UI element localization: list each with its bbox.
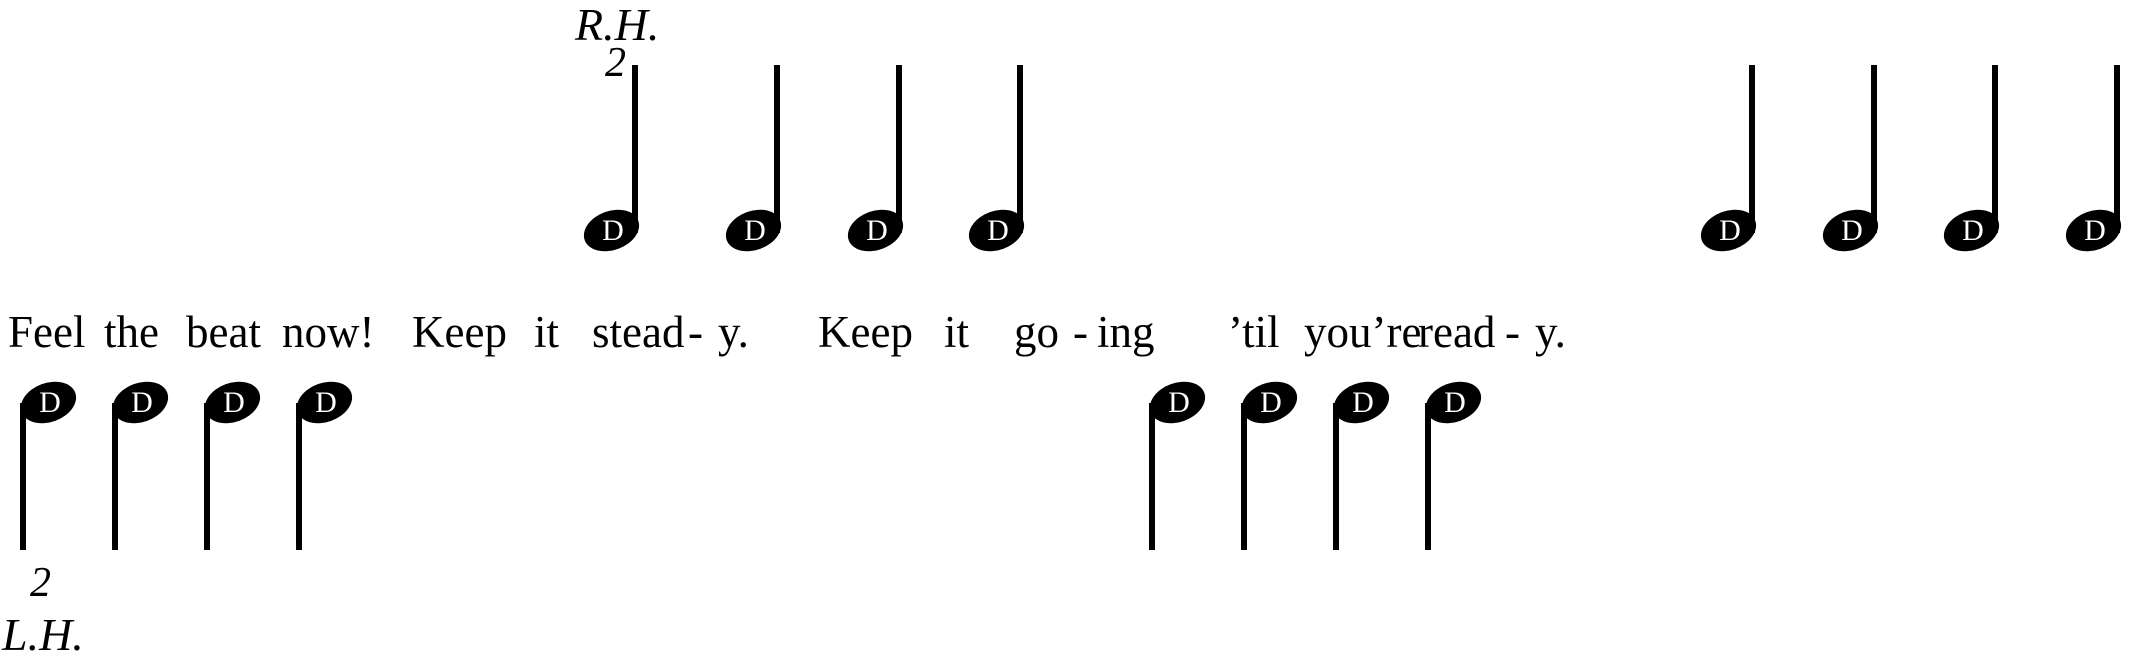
quarter-note: D [578,65,653,259]
notehead-letter: D [1352,385,1374,419]
notehead-letter: D [1444,385,1466,419]
quarter-note: D [2060,65,2135,259]
lyric-syllable: read [1418,307,1496,357]
note-stem [1425,403,1431,550]
lyric-syllable: the [104,307,159,357]
quarter-note: D [1327,374,1397,550]
quarter-note: D [290,374,360,550]
quarter-note: D [1143,374,1213,550]
notehead-letter: D [39,385,61,419]
quarter-note: D [1419,374,1489,550]
note-stem [774,65,780,233]
lyric-syllable: it [534,307,560,357]
lyric-syllable: beat [186,307,261,357]
notehead-letter: D [1260,385,1282,419]
note-stem [1749,65,1755,233]
quarter-note: D [720,65,795,259]
quarter-note: D [963,65,1038,259]
lyric-syllable: Keep [818,307,913,357]
quarter-note: D [1938,65,2013,259]
notehead-letter: D [131,385,153,419]
lyric-syllable: you’re [1304,307,1422,357]
note-stem [112,403,118,550]
quarter-note: D [1235,374,1305,550]
lyric-syllable: ing [1097,307,1155,357]
lyric-syllable: stead [592,307,685,357]
lyric-hyphen: - [1073,307,1088,357]
left-hand-label: L.H. [2,609,84,656]
note-stem [296,403,302,550]
left-hand-finger-number: 2 [30,560,51,606]
notehead-letter: D [1168,385,1190,419]
note-stem [204,403,210,550]
lyric-hyphen: - [1505,307,1520,357]
notehead-letter: D [315,385,337,419]
note-stem [1241,403,1247,550]
lyric-syllable: ’til [1228,307,1280,357]
note-stem [1871,65,1877,233]
quarter-note: D [842,65,917,259]
note-stem [1333,403,1339,550]
lyric-syllable: now! [282,307,375,357]
music-notation-sheet: R.H. 2 DDDDDDDD Feel the beat now! Keep it ste… [0,0,2142,656]
quarter-note: D [14,374,84,550]
lyric-syllable: it [944,307,970,357]
note-stem [20,403,26,550]
lyric-line: Feel the beat now! Keep it stead - y. Keep it go - in… [0,304,2142,360]
lyric-syllable: y. [718,307,749,357]
note-stem [1149,403,1155,550]
lyric-hyphen: - [688,307,703,357]
note-stem [1992,65,1998,233]
lyric-syllable: go [1014,307,1059,357]
note-stem [896,65,902,233]
note-stem [632,65,638,233]
lyric-syllable: Feel [8,307,86,357]
note-stem [1017,65,1023,233]
quarter-note: D [198,374,268,550]
quarter-note: D [106,374,176,550]
quarter-note: D [1695,65,1770,259]
note-stem [2114,65,2120,233]
lyric-syllable: y. [1535,307,1566,357]
quarter-note: D [1817,65,1892,259]
notehead-letter: D [223,385,245,419]
lyric-syllable: Keep [412,307,507,357]
